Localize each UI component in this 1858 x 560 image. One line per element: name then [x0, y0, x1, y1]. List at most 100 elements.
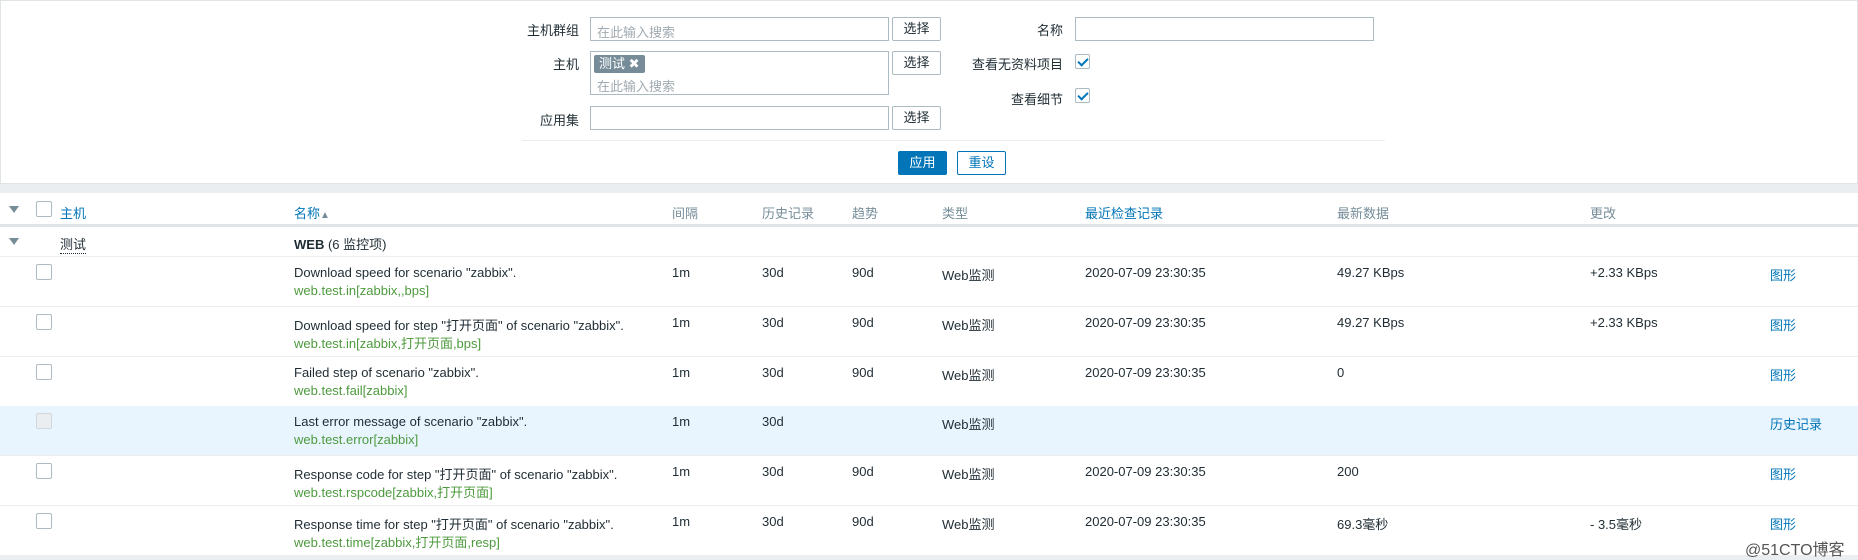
- reset-button[interactable]: 重设: [957, 151, 1006, 175]
- item-last-value: 69.3毫秒: [1337, 517, 1389, 532]
- item-action-link[interactable]: 图形: [1770, 514, 1796, 533]
- show-without-data-checkbox[interactable]: [1075, 54, 1090, 69]
- item-interval: 1m: [672, 364, 691, 380]
- select-all-checkbox[interactable]: [36, 201, 52, 217]
- table-row: Response time for step "打开页面" of scenari…: [0, 506, 1858, 556]
- item-key: web.test.in[zabbix,,bps]: [294, 283, 430, 298]
- header-host[interactable]: 主机: [60, 203, 86, 222]
- sort-asc-icon: ▲: [320, 210, 330, 221]
- item-trends: 90d: [852, 464, 874, 480]
- application-label: 应用集: [539, 113, 579, 128]
- host-groups-input[interactable]: 在此输入搜索: [590, 17, 889, 41]
- row-divider: [0, 555, 1858, 556]
- item-action-link[interactable]: 图形: [1770, 365, 1796, 384]
- filter-divider: [522, 140, 1385, 141]
- item-change: +2.33 KBps: [1590, 314, 1658, 330]
- filter-panel: 主机群组 在此输入搜索 选择 主机 测试 ✖ 在此输入搜索 选择 应用集 选择 …: [0, 0, 1858, 184]
- hosts-input[interactable]: 测试 ✖ 在此输入搜索: [590, 51, 889, 95]
- item-name: Last error message of scenario "zabbix".: [294, 414, 528, 430]
- item-interval: 1m: [672, 464, 691, 480]
- show-details-label: 查看细节: [1010, 92, 1063, 107]
- header-name[interactable]: 名称▲: [294, 203, 330, 222]
- item-trends: 90d: [852, 514, 874, 529]
- item-type: Web监测: [942, 268, 995, 283]
- item-name: Response code for step "打开页面" of scenari…: [294, 467, 618, 483]
- item-history: 30d: [762, 314, 784, 330]
- hosts-placeholder: 在此输入搜索: [597, 79, 676, 94]
- item-key: web.test.fail[zabbix]: [294, 382, 408, 398]
- item-history: 30d: [762, 514, 784, 529]
- header-type: 类型: [942, 206, 969, 221]
- item-interval: 1m: [672, 265, 691, 280]
- item-last-value: 200: [1337, 464, 1359, 480]
- item-interval: 1m: [672, 514, 691, 529]
- row-checkbox[interactable]: [36, 463, 52, 480]
- item-interval: 1m: [672, 314, 691, 330]
- item-last-check: 2020-07-09 23:30:35: [1085, 364, 1206, 380]
- host-tag: 测试 ✖: [594, 55, 645, 73]
- header-interval: 间隔: [672, 206, 699, 221]
- item-key: web.test.time[zabbix,打开页面,resp]: [294, 535, 500, 550]
- item-last-value: 0: [1337, 364, 1345, 380]
- item-type: Web监测: [942, 367, 995, 383]
- item-action-link[interactable]: 图形: [1770, 315, 1796, 334]
- hosts-label: 主机: [552, 57, 579, 72]
- row-checkbox[interactable]: [36, 313, 52, 330]
- item-name: Response time for step "打开页面" of scenari…: [294, 517, 614, 532]
- header-last-check[interactable]: 最近检查记录: [1085, 203, 1163, 222]
- item-trends: 90d: [852, 364, 874, 380]
- header-name-label: 名称: [294, 206, 321, 221]
- show-details-checkbox[interactable]: [1075, 88, 1090, 103]
- item-history: 30d: [762, 464, 784, 480]
- item-change: +2.33 KBps: [1590, 265, 1658, 280]
- item-history: 30d: [762, 364, 784, 380]
- table-row: Download speed for scenario "zabbix". web…: [0, 257, 1858, 307]
- host-tag-label: 测试: [599, 56, 626, 71]
- item-trends: 90d: [852, 314, 874, 330]
- item-name: Download speed for step "打开页面" of scenar…: [294, 317, 624, 333]
- item-last-check: 2020-07-09 23:30:35: [1085, 314, 1206, 330]
- item-history: 30d: [762, 265, 784, 280]
- item-trends: 90d: [852, 265, 874, 280]
- item-change: - 3.5毫秒: [1590, 517, 1643, 532]
- item-interval: 1m: [672, 414, 691, 430]
- item-last-value: 49.27 KBps: [1337, 314, 1405, 330]
- host-groups-label: 主机群组: [526, 23, 579, 38]
- table-row: Last error message of scenario "zabbix".…: [0, 406, 1858, 457]
- header-trends: 趋势: [852, 206, 879, 221]
- item-last-value: 49.27 KBps: [1337, 265, 1405, 280]
- group-host-link[interactable]: 测试: [60, 234, 87, 254]
- table-row: Failed step of scenario "zabbix". web.tes…: [0, 356, 1858, 407]
- application-input[interactable]: [590, 106, 889, 130]
- collapse-group-icon[interactable]: [9, 238, 19, 245]
- application-select-button[interactable]: 选择: [892, 106, 941, 130]
- row-checkbox[interactable]: [36, 264, 52, 280]
- table-row: Download speed for step "打开页面" of scenar…: [0, 306, 1858, 357]
- group-item-count: (6 监控项): [327, 237, 387, 252]
- item-action-link[interactable]: 图形: [1770, 265, 1796, 284]
- item-action-link[interactable]: 图形: [1770, 464, 1796, 483]
- item-key: web.test.in[zabbix,打开页面,bps]: [294, 335, 482, 351]
- row-checkbox[interactable]: [36, 513, 52, 529]
- header-last-value: 最新数据: [1337, 206, 1390, 221]
- collapse-all-icon[interactable]: [9, 206, 19, 213]
- table-row: Response code for step "打开页面" of scenari…: [0, 456, 1858, 507]
- header-history: 历史记录: [762, 206, 815, 221]
- item-last-check: 2020-07-09 23:30:35: [1085, 514, 1206, 529]
- header-change: 更改: [1590, 206, 1617, 221]
- name-input[interactable]: [1075, 17, 1374, 41]
- remove-tag-icon[interactable]: ✖: [629, 56, 640, 71]
- apply-button[interactable]: 应用: [898, 151, 947, 175]
- item-action-link[interactable]: 历史记录: [1770, 414, 1822, 433]
- item-type: Web监测: [942, 317, 995, 333]
- item-name: Failed step of scenario "zabbix".: [294, 364, 479, 380]
- row-checkbox[interactable]: [36, 363, 52, 380]
- item-key: web.test.error[zabbix]: [294, 432, 419, 448]
- row-checkbox[interactable]: [36, 413, 52, 430]
- show-without-data-label: 查看无资料项目: [971, 57, 1063, 72]
- item-type: Web监测: [942, 467, 995, 483]
- host-groups-placeholder: 在此输入搜索: [597, 25, 676, 40]
- watermark: @51CTO博客: [1745, 542, 1845, 559]
- name-label: 名称: [1036, 23, 1063, 38]
- item-history: 30d: [762, 414, 784, 430]
